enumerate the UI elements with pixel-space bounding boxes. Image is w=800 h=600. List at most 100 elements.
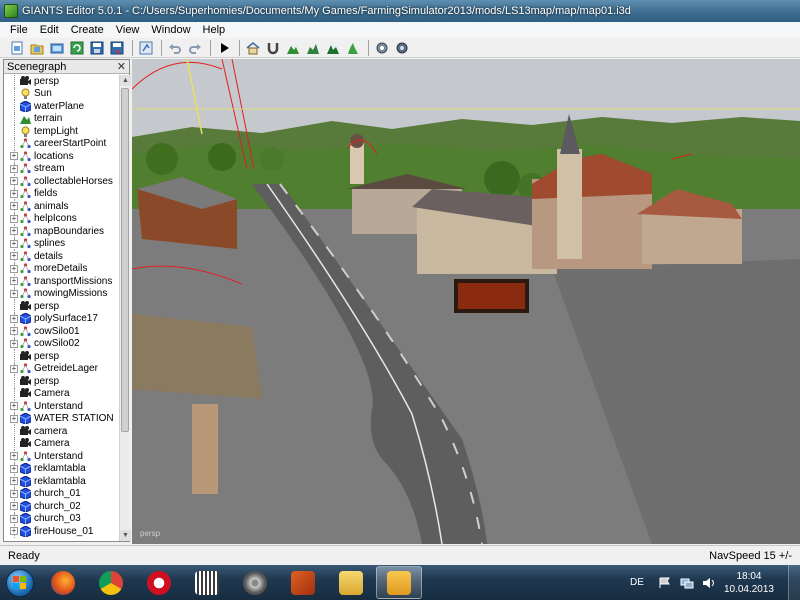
terrain-raise-button[interactable] <box>304 39 322 57</box>
scroll-up-icon[interactable]: ▲ <box>120 75 131 86</box>
expand-toggle-icon[interactable]: + <box>10 514 18 523</box>
taskbar-video-tool[interactable] <box>280 566 326 599</box>
tree-node[interactable]: tempLight <box>4 125 118 138</box>
expand-toggle-icon[interactable]: + <box>10 177 18 186</box>
expand-toggle-icon[interactable]: + <box>10 452 18 461</box>
foliage-button[interactable] <box>344 39 362 57</box>
expand-toggle-icon[interactable]: + <box>10 252 18 261</box>
title-bar[interactable]: GIANTS Editor 5.0.1 - C:/Users/Superhomi… <box>0 0 800 22</box>
tree-node[interactable]: + church_01 <box>4 487 118 500</box>
scenegraph-scrollbar[interactable]: ▲ ▼ <box>119 75 131 541</box>
expand-toggle-icon[interactable]: + <box>10 277 18 286</box>
taskbar-file-explorer[interactable] <box>328 566 374 599</box>
new-file-button[interactable] <box>8 39 26 57</box>
menu-create[interactable]: Create <box>65 24 110 36</box>
tree-node[interactable]: + WATER STATION <box>4 412 118 425</box>
settings-button[interactable] <box>373 39 391 57</box>
taskbar-firefox[interactable] <box>40 566 86 599</box>
tree-node[interactable]: + splines <box>4 237 118 250</box>
expand-toggle-icon[interactable]: + <box>10 364 18 373</box>
tree-node[interactable]: Sun <box>4 87 118 100</box>
open-file-button[interactable] <box>28 39 46 57</box>
tree-node[interactable]: + polySurface17 <box>4 312 118 325</box>
expand-toggle-icon[interactable]: + <box>10 289 18 298</box>
redo-button[interactable] <box>186 39 204 57</box>
taskbar-opera[interactable] <box>136 566 182 599</box>
tree-node[interactable]: + collectableHorses <box>4 175 118 188</box>
3d-viewport[interactable]: persp <box>132 59 800 544</box>
expand-toggle-icon[interactable]: + <box>10 339 18 348</box>
scroll-down-icon[interactable]: ▼ <box>120 530 131 541</box>
volume-icon[interactable] <box>702 577 716 589</box>
tree-node[interactable]: + mapBoundaries <box>4 225 118 238</box>
menu-edit[interactable]: Edit <box>34 24 65 36</box>
menu-window[interactable]: Window <box>145 24 196 36</box>
menu-file[interactable]: File <box>4 24 34 36</box>
tree-node[interactable]: Camera <box>4 437 118 450</box>
expand-toggle-icon[interactable]: + <box>10 202 18 211</box>
taskbar-audio-editor[interactable] <box>184 566 230 599</box>
tree-node[interactable]: persp <box>4 300 118 313</box>
tree-node[interactable]: persp <box>4 350 118 363</box>
tree-node[interactable]: persp <box>4 75 118 88</box>
expand-toggle-icon[interactable]: + <box>10 214 18 223</box>
tree-node[interactable]: + church_03 <box>4 512 118 525</box>
tree-node[interactable]: + locations <box>4 150 118 163</box>
magnet-button[interactable] <box>264 39 282 57</box>
expand-toggle-icon[interactable]: + <box>10 489 18 498</box>
expand-toggle-icon[interactable]: + <box>10 402 18 411</box>
tree-node[interactable]: + cowSilo01 <box>4 325 118 338</box>
import-button[interactable] <box>137 39 155 57</box>
tree-node[interactable]: + reklamtabla <box>4 462 118 475</box>
expand-toggle-icon[interactable]: + <box>10 314 18 323</box>
taskbar-chrome[interactable] <box>88 566 134 599</box>
tree-node[interactable]: + cowSilo02 <box>4 337 118 350</box>
expand-toggle-icon[interactable]: + <box>10 502 18 511</box>
undo-button[interactable] <box>166 39 184 57</box>
play-button[interactable] <box>215 39 233 57</box>
tree-node[interactable]: + transportMissions <box>4 275 118 288</box>
expand-toggle-icon[interactable]: + <box>10 414 18 423</box>
tree-node[interactable]: + animals <box>4 200 118 213</box>
start-button[interactable] <box>0 565 40 600</box>
language-indicator[interactable]: DE <box>630 577 644 588</box>
tree-node[interactable]: + mowingMissions <box>4 287 118 300</box>
network-icon[interactable] <box>680 577 694 589</box>
tree-node[interactable]: + helpIcons <box>4 212 118 225</box>
settings-alt-button[interactable] <box>393 39 411 57</box>
expand-toggle-icon[interactable]: + <box>10 189 18 198</box>
expand-toggle-icon[interactable]: + <box>10 239 18 248</box>
tree-node[interactable]: + Unterstand <box>4 400 118 413</box>
taskbar-giants-editor[interactable] <box>376 566 422 599</box>
save-as-button[interactable] <box>108 39 126 57</box>
flag-icon[interactable] <box>658 577 672 589</box>
tree-node[interactable]: persp <box>4 375 118 388</box>
expand-toggle-icon[interactable]: + <box>10 464 18 473</box>
tree-node[interactable]: waterPlane <box>4 100 118 113</box>
terrain-smooth-button[interactable] <box>324 39 342 57</box>
tree-node[interactable]: Camera <box>4 387 118 400</box>
scroll-thumb[interactable] <box>121 88 129 432</box>
tree-node[interactable]: + Unterstand <box>4 450 118 463</box>
tree-node[interactable]: + GetreideLager <box>4 362 118 375</box>
menu-view[interactable]: View <box>110 24 146 36</box>
expand-toggle-icon[interactable]: + <box>10 227 18 236</box>
expand-toggle-icon[interactable]: + <box>10 164 18 173</box>
tree-node[interactable]: + moreDetails <box>4 262 118 275</box>
tree-node[interactable]: + fireHouse_01 <box>4 525 118 538</box>
expand-toggle-icon[interactable]: + <box>10 152 18 161</box>
expand-toggle-icon[interactable]: + <box>10 264 18 273</box>
expand-toggle-icon[interactable]: + <box>10 477 18 486</box>
expand-toggle-icon[interactable]: + <box>10 527 18 536</box>
tree-node[interactable]: terrain <box>4 112 118 125</box>
tree-node[interactable]: careerStartPoint <box>4 137 118 150</box>
expand-toggle-icon[interactable]: + <box>10 327 18 336</box>
clock[interactable]: 18:04 10.04.2013 <box>724 570 774 596</box>
menu-help[interactable]: Help <box>197 24 232 36</box>
home-button[interactable] <box>244 39 262 57</box>
close-icon[interactable]: ✕ <box>117 60 126 73</box>
taskbar-media-player[interactable] <box>232 566 278 599</box>
open-folder-button[interactable] <box>48 39 66 57</box>
terrain-paint-button[interactable] <box>284 39 302 57</box>
tree-node[interactable]: + church_02 <box>4 500 118 513</box>
